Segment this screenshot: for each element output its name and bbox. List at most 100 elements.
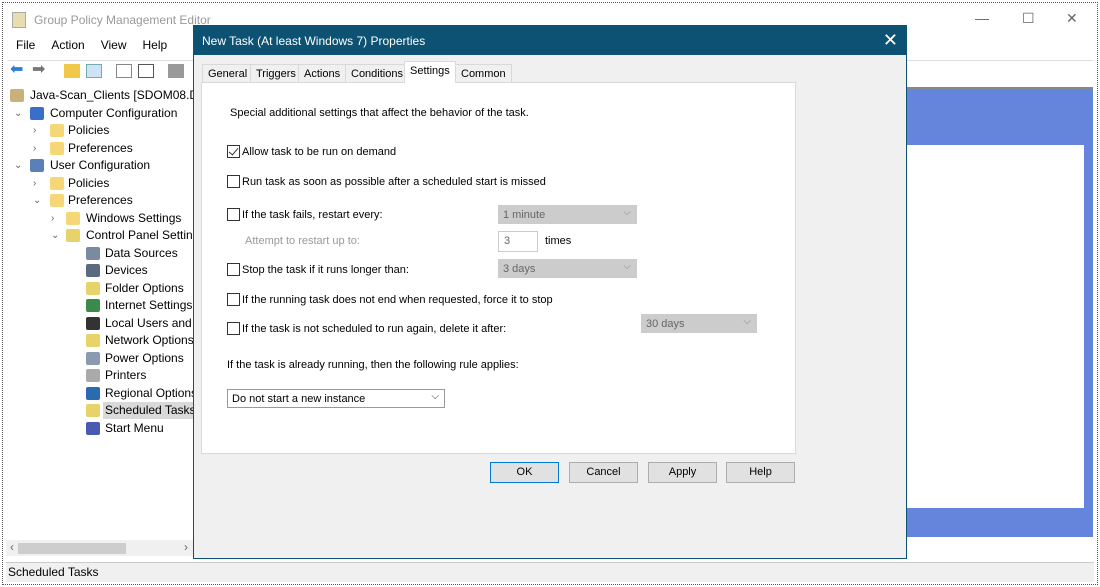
menu-view[interactable]: View (93, 38, 135, 52)
tree-item-label: Windows Settings (86, 210, 182, 225)
run-missed-checkbox[interactable]: Run task as soon as possible after a sch… (227, 175, 546, 188)
chevron-right-icon[interactable]: › (33, 140, 43, 157)
tree-item[interactable]: Local Users and Groups (6, 315, 194, 332)
dialog-title: New Task (At least Windows 7) Properties (194, 26, 906, 55)
tree-item[interactable]: › Policies (6, 175, 194, 192)
tab-triggers[interactable]: Triggers (250, 64, 302, 82)
tree-item[interactable]: Data Sources (6, 245, 194, 262)
tab-common[interactable]: Common (455, 64, 512, 82)
print-icon[interactable] (168, 64, 184, 78)
delete-after-checkbox[interactable]: If the task is not scheduled to run agai… (227, 322, 506, 335)
tree-node-icon (66, 211, 80, 225)
stop-duration-select[interactable]: 3 days ⌵ (498, 259, 637, 278)
checkbox[interactable] (227, 293, 240, 306)
tree-node-icon (50, 124, 64, 137)
tab-actions[interactable]: Actions (298, 64, 347, 82)
paste-icon[interactable] (138, 64, 154, 78)
restart-interval-select[interactable]: 1 minute ⌵ (498, 205, 637, 224)
menu-action[interactable]: Action (43, 38, 92, 52)
tree-item[interactable]: Internet Settings (6, 297, 194, 314)
chevron-down-icon: ⌵ (623, 207, 631, 218)
tree-node-icon (86, 404, 100, 417)
chevron-right-icon[interactable]: › (51, 210, 61, 227)
chevron-down-icon[interactable]: ⌄ (33, 192, 43, 209)
dialog-close-button[interactable]: ✕ (883, 30, 898, 51)
checkbox[interactable] (227, 263, 240, 276)
chevron-down-icon[interactable]: ⌄ (14, 105, 24, 122)
tree-item[interactable]: Power Options (6, 350, 194, 367)
tree-item[interactable]: Printers (6, 367, 194, 384)
apply-button[interactable]: Apply (648, 462, 717, 483)
tree-node-icon (86, 281, 100, 295)
chevron-right-icon[interactable]: › (33, 122, 43, 139)
tree-item[interactable]: Java-Scan_Clients [SDOM08.DO (6, 87, 194, 104)
tree-item-label: Scheduled Tasks (103, 402, 194, 419)
tree-item-label: Internet Settings (105, 298, 193, 312)
attempt-count-input[interactable]: 3 (498, 231, 538, 252)
ok-button[interactable]: OK (490, 462, 559, 483)
stop-longer-checkbox[interactable]: Stop the task if it runs longer than: (227, 263, 409, 276)
tree-item-label: Data Sources (105, 245, 178, 260)
checkbox[interactable] (227, 175, 240, 188)
tree-item[interactable]: ⌄ User Configuration (6, 157, 194, 174)
tree-item-label: Preferences (68, 140, 133, 155)
cancel-button[interactable]: Cancel (569, 462, 638, 483)
tab-general[interactable]: General (202, 64, 254, 82)
tree-node-icon (30, 159, 44, 172)
menu-bar: File Action View Help (8, 38, 175, 52)
chevron-right-icon[interactable]: › (33, 175, 43, 192)
tree-item[interactable]: › Policies (6, 122, 194, 139)
checkbox-label: Run task as soon as possible after a sch… (242, 175, 546, 188)
tree-item[interactable]: Scheduled Tasks (6, 402, 194, 419)
tab-conditions[interactable]: Conditions (345, 64, 409, 82)
tree-item[interactable]: ⌄ Preferences (6, 192, 194, 209)
tree-item[interactable]: Start Menu (6, 420, 194, 437)
gpme-app-icon (12, 12, 26, 28)
tree-item[interactable]: Devices (6, 262, 194, 279)
tree-item[interactable]: ⌄ Computer Configuration (6, 105, 194, 122)
tree-item[interactable]: › Windows Settings (6, 210, 194, 227)
copy-icon[interactable] (116, 64, 132, 78)
chevron-down-icon: ⌵ (431, 391, 439, 402)
minimize-button[interactable]: — (975, 10, 989, 26)
tree-node-icon (86, 299, 100, 312)
restart-checkbox[interactable]: If the task fails, restart every: (227, 208, 383, 221)
forward-icon[interactable]: ➡ (32, 62, 48, 78)
tree-item-label: Folder Options (105, 280, 184, 295)
tree-item-label: User Configuration (50, 158, 151, 172)
scroll-right-icon[interactable]: › (184, 540, 188, 554)
chevron-down-icon[interactable]: ⌄ (14, 157, 24, 174)
tree-item-label: Java-Scan_Clients [SDOM08.DO (30, 88, 194, 102)
attempt-label: Attempt to restart up to: (245, 235, 360, 247)
tree-item[interactable]: Folder Options (6, 280, 194, 297)
checkbox[interactable] (227, 208, 240, 221)
tree-node-icon (86, 316, 100, 330)
help-button[interactable]: Help (726, 462, 795, 483)
checkbox-label: Allow task to be run on demand (242, 145, 397, 158)
tree-item[interactable]: ⌄ Control Panel Settings (6, 227, 194, 244)
tree-node-icon (86, 386, 100, 400)
force-stop-checkbox[interactable]: If the running task does not end when re… (227, 293, 553, 306)
tree-item[interactable]: Network Options (6, 332, 194, 349)
chevron-down-icon[interactable]: ⌄ (51, 227, 61, 244)
menu-file[interactable]: File (8, 38, 43, 52)
tree-item[interactable]: › Preferences (6, 140, 194, 157)
allow-on-demand-checkbox[interactable]: Allow task to be run on demand (227, 145, 396, 158)
checkbox[interactable] (227, 322, 240, 335)
maximize-button[interactable]: ☐ (1022, 10, 1035, 27)
running-rule-select[interactable]: Do not start a new instance ⌵ (227, 389, 445, 408)
tree-item-label: Regional Options (105, 385, 194, 400)
tree-item[interactable]: Regional Options (6, 385, 194, 402)
back-icon[interactable]: ⬅ (10, 62, 26, 78)
tab-settings[interactable]: Settings (404, 61, 456, 83)
task-properties-dialog: New Task (At least Windows 7) Properties… (193, 25, 907, 559)
menu-help[interactable]: Help (135, 38, 176, 52)
delete-after-select[interactable]: 30 days ⌵ (641, 314, 757, 333)
chevron-down-icon: ⌵ (743, 316, 751, 327)
show-hide-tree-icon[interactable] (86, 64, 102, 78)
checkbox-checked[interactable] (227, 145, 240, 158)
close-button[interactable]: ✕ (1066, 10, 1078, 27)
scroll-left-icon[interactable]: ‹ (10, 540, 14, 554)
up-folder-icon[interactable] (64, 64, 80, 78)
scrollbar-thumb[interactable] (18, 543, 126, 554)
